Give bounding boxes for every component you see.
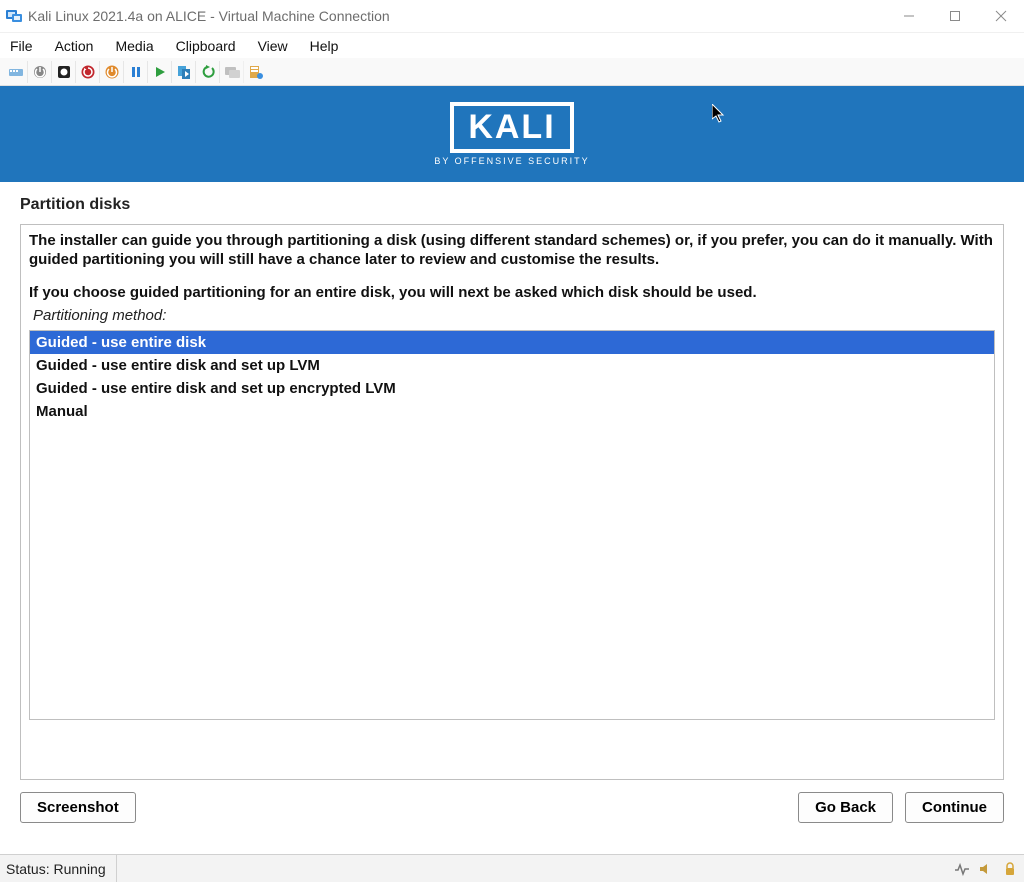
- cursor-icon: [712, 104, 728, 129]
- menu-file[interactable]: File: [10, 38, 33, 54]
- window-titlebar: Kali Linux 2021.4a on ALICE - Virtual Ma…: [0, 0, 1024, 32]
- partitioning-method-label: Partitioning method:: [33, 307, 995, 324]
- kali-logo: KALI: [450, 102, 573, 153]
- menu-media[interactable]: Media: [115, 38, 153, 54]
- screenshot-button[interactable]: Screenshot: [20, 792, 136, 823]
- menu-view[interactable]: View: [258, 38, 288, 54]
- save-icon[interactable]: [100, 61, 124, 83]
- statusbar: Status: Running: [0, 854, 1024, 882]
- menubar: File Action Media Clipboard View Help: [0, 32, 1024, 58]
- shutdown-icon[interactable]: [52, 61, 76, 83]
- go-back-button[interactable]: Go Back: [798, 792, 893, 823]
- option-guided-lvm[interactable]: Guided - use entire disk and set up LVM: [30, 354, 994, 377]
- installer-description-1: The installer can guide you through part…: [29, 231, 995, 269]
- maximize-button[interactable]: [932, 0, 978, 32]
- checkpoint-icon[interactable]: [172, 61, 196, 83]
- app-icon: [6, 8, 22, 24]
- installer-step-title: Partition disks: [0, 182, 1024, 224]
- partitioning-options-list[interactable]: Guided - use entire disk Guided - use en…: [29, 330, 995, 720]
- kali-logo-text: KALI: [468, 108, 555, 147]
- kali-header: KALI BY OFFENSIVE SECURITY: [0, 86, 1024, 182]
- pause-icon[interactable]: [124, 61, 148, 83]
- start-icon[interactable]: [148, 61, 172, 83]
- ctrl-alt-del-icon[interactable]: [4, 61, 28, 83]
- window-controls: [886, 0, 1024, 32]
- window-title: Kali Linux 2021.4a on ALICE - Virtual Ma…: [28, 8, 390, 24]
- option-guided-entire-disk[interactable]: Guided - use entire disk: [30, 331, 994, 354]
- option-guided-encrypted-lvm[interactable]: Guided - use entire disk and set up encr…: [30, 377, 994, 400]
- status-text: Status: Running: [6, 855, 117, 882]
- toolbar: [0, 58, 1024, 86]
- revert-icon[interactable]: [196, 61, 220, 83]
- close-button[interactable]: [978, 0, 1024, 32]
- minimize-button[interactable]: [886, 0, 932, 32]
- option-manual[interactable]: Manual: [30, 400, 994, 423]
- share-icon[interactable]: [244, 61, 268, 83]
- menu-help[interactable]: Help: [310, 38, 339, 54]
- installer-main-panel: The installer can guide you through part…: [20, 224, 1004, 780]
- enhanced-session-icon[interactable]: [220, 61, 244, 83]
- menu-action[interactable]: Action: [55, 38, 94, 54]
- installer-button-row: Screenshot Go Back Continue: [0, 780, 1024, 831]
- turnoff-icon[interactable]: [28, 61, 52, 83]
- speaker-icon: [978, 861, 994, 877]
- kali-tagline: BY OFFENSIVE SECURITY: [434, 156, 589, 166]
- vm-viewport: KALI BY OFFENSIVE SECURITY Partition dis…: [0, 86, 1024, 854]
- reset-icon[interactable]: [76, 61, 100, 83]
- continue-button[interactable]: Continue: [905, 792, 1004, 823]
- network-icon: [954, 861, 970, 877]
- menu-clipboard[interactable]: Clipboard: [176, 38, 236, 54]
- lock-icon: [1002, 861, 1018, 877]
- installer-description-2: If you choose guided partitioning for an…: [29, 283, 995, 302]
- status-icons: [954, 861, 1018, 877]
